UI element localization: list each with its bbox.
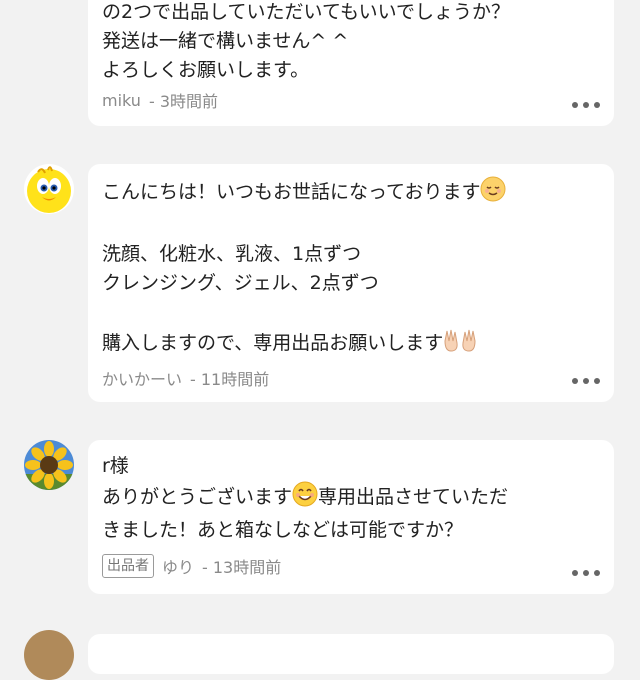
comment-author[interactable]: ゆり — [162, 554, 194, 578]
sunflower-icon — [24, 440, 74, 490]
comment-line: ありがとうございます — [102, 486, 293, 508]
comment-meta: miku - 3時間前 — [102, 88, 218, 112]
comment-line: r様 — [102, 455, 129, 477]
avatar[interactable] — [24, 164, 74, 214]
relieved-face-icon — [480, 176, 506, 211]
comment-time: - 11時間前 — [190, 370, 270, 389]
comment-body: r様 ありがとうございます 専用出品させていただ きました！あと箱なしなどは可能で… — [102, 452, 600, 545]
more-options-icon[interactable] — [572, 101, 600, 109]
more-options-icon[interactable] — [572, 377, 600, 385]
comment-line: きました！あと箱なしなどは可能ですか？ — [102, 519, 464, 541]
comment-author[interactable]: miku — [102, 91, 141, 110]
comment-meta: かいかーい - 11時間前 — [102, 366, 269, 390]
comment-line: よろしくお願いします。 — [102, 59, 310, 81]
comment-meta: 出品者 ゆり - 13時間前 — [102, 554, 281, 578]
comment-line: 発送は一緒で構いません^ ^ — [102, 30, 349, 52]
comment-bubble: こんにちは！いつもお世話になっております 洗顔、化粧水、乳液、1点ずつ クレンジ… — [88, 164, 614, 402]
comment-bubble — [88, 634, 614, 674]
avatar[interactable] — [24, 440, 74, 490]
comment-time: - 13時間前 — [202, 558, 282, 577]
palms-up-hands-icon — [443, 327, 477, 362]
comment-line: の2つで出品していただいてもいいでしょうか？ — [102, 1, 511, 23]
comment-line: クレンジング、ジェル、2点ずつ — [102, 272, 379, 294]
comment-line: 専用出品させていただ — [318, 486, 509, 508]
more-options-icon[interactable] — [572, 569, 600, 577]
yellow-bird-icon — [24, 164, 74, 214]
comment-body: こんにちは！いつもお世話になっております 洗顔、化粧水、乳液、1点ずつ クレンジ… — [102, 176, 600, 362]
comment-line: 洗顔、化粧水、乳液、1点ずつ — [102, 243, 362, 265]
avatar[interactable] — [24, 630, 74, 680]
comment-line: 購入しますので、専用出品お願いします — [102, 332, 444, 354]
comment-bubble: r様 ありがとうございます 専用出品させていただ きました！あと箱なしなどは可能で… — [88, 440, 614, 594]
comment-bubble: の2つで出品していただいてもいいでしょうか？ 発送は一緒で構いません^ ^ よろ… — [88, 0, 614, 126]
smiling-face-icon — [292, 481, 318, 516]
seller-badge: 出品者 — [102, 554, 154, 578]
comment-body: の2つで出品していただいてもいいでしょうか？ 発送は一緒で構いません^ ^ よろ… — [102, 0, 600, 85]
comment-time: - 3時間前 — [148, 92, 218, 111]
comment-line: こんにちは！いつもお世話になっております — [102, 181, 481, 203]
comment-author[interactable]: かいかーい — [102, 366, 182, 390]
